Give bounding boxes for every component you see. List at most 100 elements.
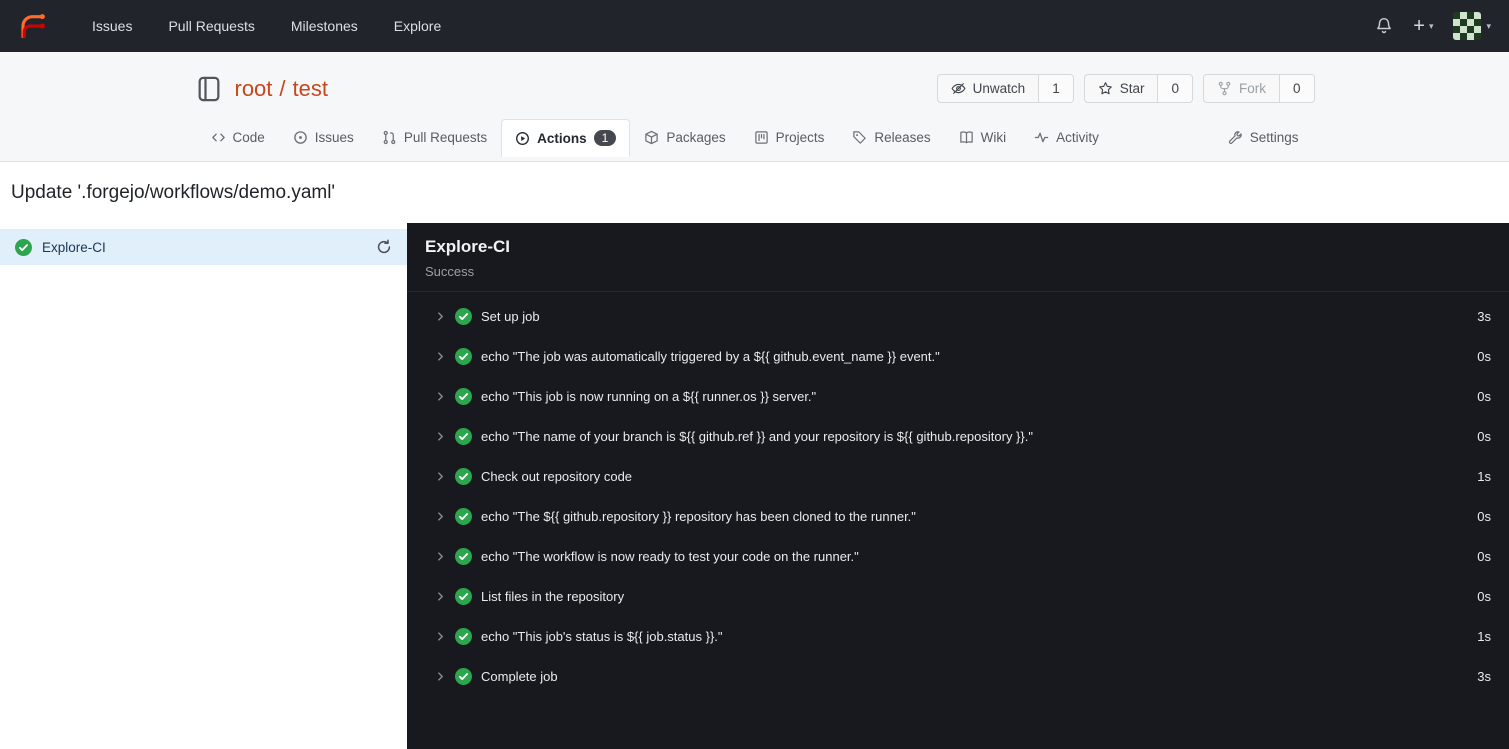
refresh-icon[interactable] [376,239,392,255]
watch-count[interactable]: 1 [1038,75,1073,102]
tab-activity[interactable]: Activity [1020,119,1113,156]
step-duration: 0s [1477,348,1491,364]
nav-item-milestones[interactable]: Milestones [273,18,376,34]
tab-releases[interactable]: Releases [838,119,944,156]
success-check-icon [455,587,472,605]
code-icon [211,130,226,145]
tab-issues[interactable]: Issues [279,119,368,156]
nav-item-explore[interactable]: Explore [376,18,459,34]
unwatch-button[interactable]: Unwatch 1 [936,74,1074,103]
create-new-menu[interactable]: + ▾ [1413,16,1433,36]
success-check-icon [455,427,472,445]
chevron-right-icon[interactable] [435,471,446,482]
unwatch-label-wrap: Unwatch [938,75,1039,102]
success-check-icon [15,238,32,256]
tab-code[interactable]: Code [197,119,279,156]
fork-count[interactable]: 0 [1278,75,1314,102]
step-row[interactable]: List files in the repository 0s [407,576,1509,616]
user-menu[interactable]: ▾ [1453,12,1491,40]
book-open-icon [959,130,974,145]
step-label: Set up job [481,308,540,324]
job-log-header: Explore-CI Success [407,223,1509,292]
pull-request-icon [382,130,397,145]
job-label: Explore-CI [42,239,106,255]
notifications-bell-icon[interactable] [1375,17,1393,35]
tag-icon [852,130,867,145]
step-row[interactable]: echo "The job was automatically triggere… [407,336,1509,376]
step-duration: 3s [1477,308,1491,324]
step-row[interactable]: Check out repository code 1s [407,456,1509,496]
chevron-right-icon[interactable] [435,551,446,562]
tab-settings[interactable]: Settings [1214,119,1313,156]
job-status: Success [425,264,475,279]
tab-label: Settings [1249,130,1299,145]
step-row[interactable]: echo "This job's status is ${{ job.statu… [407,616,1509,656]
star-text: Star [1119,81,1145,96]
chevron-right-icon[interactable] [435,391,446,402]
chevron-down-icon: ▾ [1428,20,1434,31]
success-check-icon [455,347,472,365]
step-duration: 0s [1477,388,1491,404]
issue-circle-icon [293,130,308,145]
repo-owner-link[interactable]: root [235,76,273,102]
step-label: echo "This job is now running on a ${{ r… [481,388,817,404]
step-label: echo "The name of your branch is ${{ git… [481,428,1033,444]
star-count[interactable]: 0 [1157,75,1192,102]
fork-text: Fork [1238,81,1266,96]
tab-projects[interactable]: Projects [740,119,839,156]
repo-header: root / test Unwatch 1 Star 0 Fork 0 Code… [0,52,1509,162]
tab-label: Releases [874,130,931,145]
success-check-icon [455,507,472,525]
chevron-right-icon[interactable] [435,511,446,522]
fork-button[interactable]: Fork 0 [1202,74,1315,103]
repo-name-link[interactable]: test [293,76,328,102]
step-row[interactable]: Set up job 3s [407,296,1509,336]
wrench-icon [1228,130,1243,145]
tab-label: Actions [537,130,587,146]
success-check-icon [455,387,472,405]
repo-separator: / [279,75,286,101]
repo-title: root / test [235,76,329,102]
star-button[interactable]: Star 0 [1083,74,1193,103]
step-row[interactable]: echo "The workflow is now ready to test … [407,536,1509,576]
job-title: Explore-CI [425,237,511,256]
chevron-right-icon[interactable] [435,311,446,322]
repo-action-buttons: Unwatch 1 Star 0 Fork 0 [936,74,1315,103]
nav-item-pull-requests[interactable]: Pull Requests [150,18,272,34]
forgejo-logo-icon[interactable] [18,11,48,41]
step-duration: 0s [1477,428,1491,444]
tab-pull-requests[interactable]: Pull Requests [368,119,501,156]
step-label: echo "The workflow is now ready to test … [481,548,859,564]
success-check-icon [455,467,472,485]
play-circle-icon [515,131,530,146]
tab-label: Code [232,130,265,145]
chevron-right-icon[interactable] [435,671,446,682]
success-check-icon [455,627,472,645]
tab-packages[interactable]: Packages [630,119,739,156]
step-row[interactable]: echo "This job is now running on a ${{ r… [407,376,1509,416]
tab-label: Activity [1056,130,1099,145]
step-row[interactable]: echo "The ${{ github.repository }} repos… [407,496,1509,536]
chevron-right-icon[interactable] [435,351,446,362]
tab-actions[interactable]: Actions 1 [501,119,631,157]
step-row[interactable]: Complete job 3s [407,656,1509,696]
repo-tabs: Code Issues Pull Requests Actions 1 Pack… [195,119,1315,157]
project-board-icon [754,130,769,145]
step-duration: 0s [1477,508,1491,524]
job-item-explore-ci[interactable]: Explore-CI [0,229,407,265]
repo-title-row: root / test Unwatch 1 Star 0 Fork 0 [195,52,1315,119]
chevron-right-icon[interactable] [435,431,446,442]
chevron-right-icon[interactable] [435,631,446,642]
avatar [1453,12,1482,40]
step-label: Complete job [481,668,558,684]
step-label: List files in the repository [481,588,625,604]
step-duration: 1s [1477,628,1491,644]
tab-wiki[interactable]: Wiki [945,119,1021,156]
success-check-icon [455,547,472,565]
step-list: Set up job 3s echo "The job was automati… [407,292,1509,696]
step-row[interactable]: echo "The name of your branch is ${{ git… [407,416,1509,456]
nav-item-issues[interactable]: Issues [74,18,150,34]
step-duration: 3s [1477,668,1491,684]
star-label-wrap: Star [1085,75,1158,102]
chevron-right-icon[interactable] [435,591,446,602]
